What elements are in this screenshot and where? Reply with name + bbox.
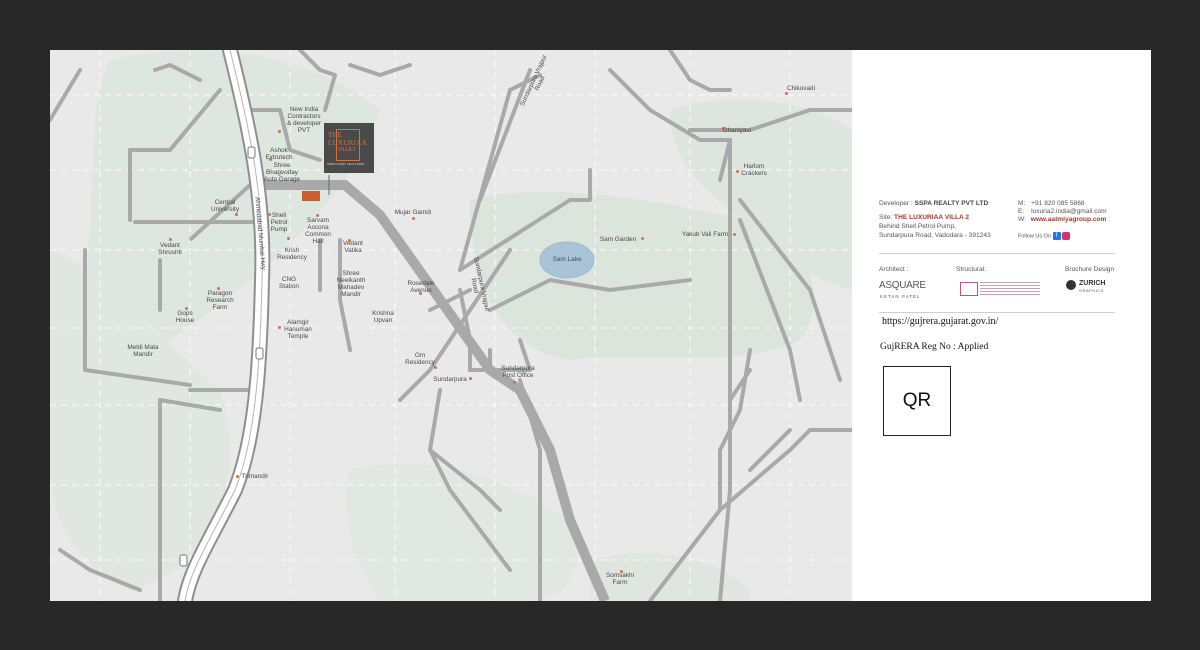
web-row: W: www.aatmiyagroup.com <box>1018 216 1106 224</box>
architect-logo: ASQUARE <box>879 280 926 291</box>
place-ashok: Ashok Extrutech <box>265 147 293 161</box>
place-harlom: Harlom Crackers <box>741 163 767 177</box>
place-yakub: Yakub Vali Farm <box>681 231 729 238</box>
mobile-label: M: <box>1018 200 1026 207</box>
web-link[interactable]: www.aatmiyagroup.com <box>1031 216 1107 223</box>
structural-label: Structural: <box>956 266 987 273</box>
project-logo-line3: VILLA 2 <box>338 147 356 153</box>
location-map[interactable]: THE LUXURIAA VILLA 2 SSPA LUXURY VILLA L… <box>50 50 852 601</box>
architect-label: Architect : <box>879 266 909 273</box>
place-vedant-vatika: Vedant Vatika <box>343 240 363 254</box>
place-sam-lake: Sam Lake <box>552 256 582 263</box>
email-row: E: luxuria2.india@gmail.com <box>1018 208 1107 216</box>
place-new-india: New India Contractors & developer PVT <box>286 106 322 134</box>
brochure-logo-sub: GRAPHICS <box>1079 288 1104 293</box>
brochure-sheet: THE LUXURIAA VILLA 2 SSPA LUXURY VILLA L… <box>50 50 1151 601</box>
address-line2: Sundarpura Road, Vadodara - 391243 <box>879 232 991 239</box>
mobile-row: M: +91 820 085 5868 <box>1018 200 1085 208</box>
divider <box>879 253 1115 254</box>
project-logo-line1: THE <box>328 131 342 139</box>
structural-logo <box>960 282 978 296</box>
qr-code[interactable]: QR <box>883 366 951 436</box>
project-site-marker <box>302 191 320 201</box>
place-dot <box>169 238 172 241</box>
email-link[interactable]: luxuria2.india@gmail.com <box>1031 208 1107 215</box>
zurich-icon <box>1066 280 1076 290</box>
instagram-icon[interactable] <box>1062 232 1071 240</box>
facebook-icon[interactable]: f <box>1052 232 1061 240</box>
structural-logo-text <box>980 282 1040 296</box>
place-shell: Shell Petrol Pump <box>270 212 288 233</box>
place-sundarpura: Sundarpura <box>433 376 467 383</box>
email-label: E: <box>1018 208 1025 215</box>
address-line1: Behind Shell Petrol Pump, <box>879 223 956 230</box>
site-row: Site: THE LUXURIAA VILLA 2 <box>879 214 969 222</box>
developer-name: SSPA REALTY PVT LTD <box>914 200 989 207</box>
place-mujar: Mujar Gamdi <box>394 209 432 216</box>
mobile-number[interactable]: +91 820 085 5868 <box>1031 200 1084 207</box>
place-dot <box>434 366 437 369</box>
site-label: Site: <box>879 214 893 221</box>
architect-name: KETAN PATEL <box>880 294 921 299</box>
place-dot <box>235 213 238 216</box>
info-panel: Developer : SSPA REALTY PVT LTD Site: TH… <box>852 50 1151 601</box>
place-krish: Krish Residency <box>277 247 307 261</box>
web-label: W: <box>1018 216 1026 223</box>
place-somsakhi: Somsakhi Farm <box>605 572 635 586</box>
developer-label: Developer : <box>879 200 913 207</box>
project-logo: THE LUXURIAA VILLA 2 SSPA LUXURY VILLA L… <box>324 123 374 173</box>
place-alamgir: Alamgir Hanuman Temple <box>284 319 312 340</box>
project-logo-tagline: SSPA LUXURY VILLA LIVING <box>327 162 365 166</box>
place-dot <box>785 92 788 95</box>
place-vedant-shrushti: Vedant Shrushti <box>158 242 182 256</box>
place-sarvam: Sarvam Ascona Common Hall <box>305 217 331 245</box>
follow-row: Follow Us On f <box>1018 232 1071 240</box>
place-shree-bhagvoday: Shree Bhagvoday Auto Garage <box>263 162 301 183</box>
place-dot <box>412 217 415 220</box>
place-dhaniyavi: Dhaniyavi <box>722 127 752 134</box>
place-sam-garden: Sam Garden <box>599 236 637 243</box>
developer-row: Developer : SSPA REALTY PVT LTD <box>879 200 988 208</box>
place-trimandir: Trimandir <box>241 473 269 480</box>
place-chikuvadi: Chikuvadi <box>786 85 816 92</box>
place-krishna-upvan: Krishna Upvan <box>372 310 394 324</box>
place-meldi: Meldi Mata Mandir <box>127 344 159 358</box>
follow-label: Follow Us On <box>1018 233 1052 240</box>
place-dot <box>287 237 290 240</box>
place-shree-neelkanth: Shree Neelkanth Mahadev Mandir <box>336 270 366 298</box>
rera-url[interactable]: https://gujrera.gujarat.gov.in/ <box>882 316 998 327</box>
brochure-logo: ZURICH <box>1079 280 1106 287</box>
place-sundarpura-po: Sundarpura Post Office <box>501 365 535 379</box>
rera-reg: GujRERA Reg No : Applied <box>880 342 989 352</box>
brochure-label: Brochure Design <box>1065 266 1115 273</box>
place-cng: CNG Station <box>279 276 299 290</box>
project-logo-line2: LUXURIAA <box>328 139 367 147</box>
place-rosedale: Rosedale Avenue <box>407 280 435 294</box>
divider <box>879 312 1115 313</box>
place-dot <box>513 381 516 384</box>
place-gops: Gops House <box>175 310 195 324</box>
green-area-5 <box>346 463 578 601</box>
place-central-university: Central University <box>210 199 240 213</box>
place-om: Om Residency <box>405 352 435 366</box>
place-paragon: Paragon Research Farm <box>206 290 234 311</box>
site-name: THE LUXURIAA VILLA 2 <box>894 214 970 221</box>
